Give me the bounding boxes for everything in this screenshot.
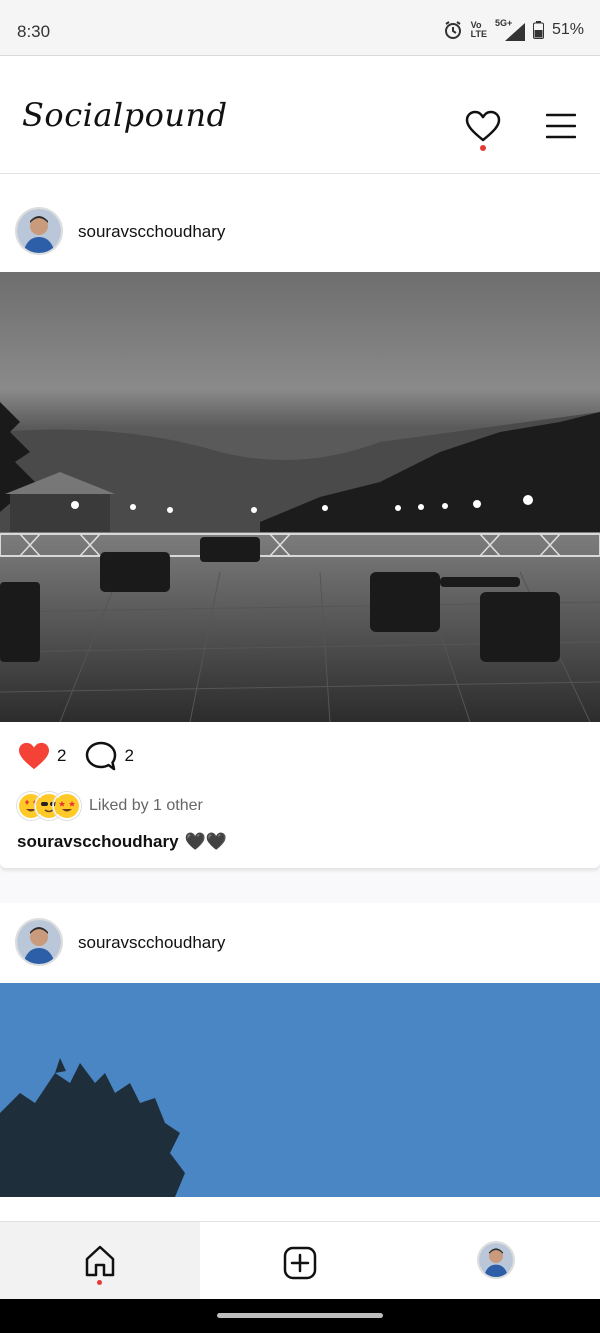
post-caption: souravscchoudhary 🖤🖤	[17, 832, 227, 852]
system-nav-bar	[0, 1299, 600, 1333]
add-post-icon[interactable]	[283, 1246, 317, 1280]
avatar[interactable]	[15, 207, 63, 255]
signal-icon: 5G+	[495, 19, 525, 41]
bottom-nav	[0, 1221, 600, 1300]
caption-text: 🖤🖤	[184, 832, 227, 852]
comment-icon[interactable]	[84, 740, 118, 772]
liked-by-row[interactable]: Liked by 1 other	[17, 792, 203, 820]
caption-username[interactable]: souravscchoudhary	[17, 832, 179, 852]
post-image[interactable]	[0, 272, 600, 722]
home-icon[interactable]	[83, 1244, 117, 1278]
gesture-handle[interactable]	[217, 1313, 383, 1318]
status-time: 8:30	[17, 22, 51, 41]
like-icon[interactable]	[17, 741, 51, 771]
app-header: Socialpound	[0, 56, 600, 174]
notification-dot	[480, 145, 486, 151]
post-image[interactable]	[0, 983, 600, 1197]
status-bar: 8:30 Vo LTE 5G+ 51%	[0, 0, 600, 56]
alarm-icon	[444, 21, 461, 39]
battery-icon	[532, 21, 544, 39]
status-icons: Vo LTE 5G+ 51%	[443, 19, 584, 41]
nav-home[interactable]	[0, 1222, 200, 1300]
avatar[interactable]	[15, 918, 63, 966]
reaction-avatars	[17, 792, 81, 820]
volte-indicator: Vo LTE	[470, 20, 487, 39]
post-card: souravscchoudhary	[0, 175, 600, 869]
heart-icon[interactable]	[465, 110, 501, 142]
profile-avatar[interactable]	[477, 1241, 515, 1279]
post-actions: 2 2	[17, 740, 152, 772]
liked-by-text[interactable]: Liked by 1 other	[89, 797, 203, 815]
like-count: 2	[57, 746, 67, 765]
post-username[interactable]: souravscchoudhary	[78, 222, 225, 242]
app-logo: Socialpound	[22, 96, 228, 134]
comment-count: 2	[124, 746, 134, 765]
post-header: souravscchoudhary	[0, 175, 600, 272]
menu-icon[interactable]	[546, 113, 576, 139]
post-username[interactable]: souravscchoudhary	[78, 933, 225, 953]
star-eyes-emoji-icon	[53, 792, 81, 820]
home-active-dot	[97, 1280, 102, 1285]
battery-percent: 51%	[551, 21, 584, 38]
feed[interactable]: souravscchoudhary 2 2 Liked by 1 other s…	[0, 175, 600, 1221]
post-card: souravscchoudhary	[0, 903, 600, 1221]
